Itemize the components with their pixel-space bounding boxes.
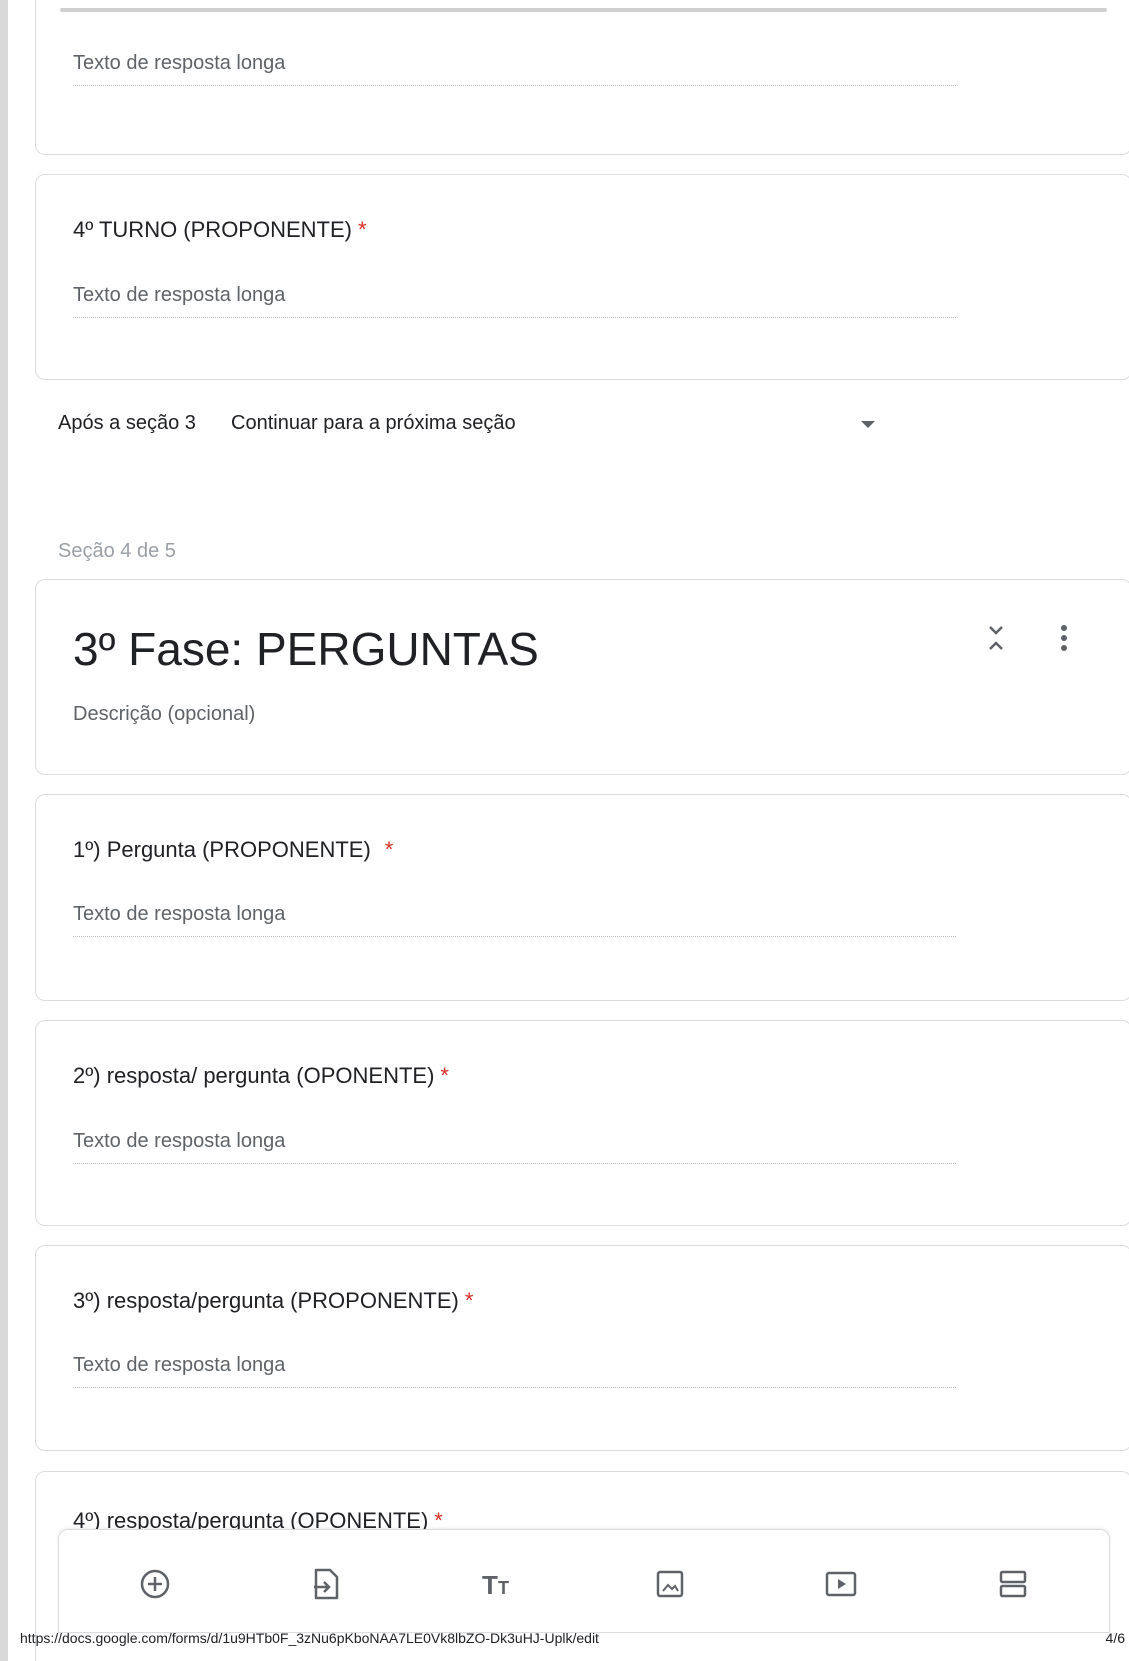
long-answer-placeholder: Texto de resposta longa xyxy=(73,284,956,318)
required-asterisk: * xyxy=(358,217,367,242)
section-description[interactable]: Descrição (opcional) xyxy=(73,703,255,726)
question-title: 2º) resposta/ pergunta (OPONENTE) * xyxy=(73,1063,449,1089)
question-title: 3º) resposta/pergunta (PROPONENTE) * xyxy=(73,1288,473,1314)
long-answer-placeholder: Texto de resposta longa xyxy=(73,1130,956,1164)
collapse-section-icon[interactable] xyxy=(978,620,1014,656)
section-header-card[interactable]: 3º Fase: PERGUNTAS Descrição (opcional) xyxy=(35,579,1129,775)
after-section-label: Após a seção 3 xyxy=(58,412,196,434)
bottom-toolbar: T T xyxy=(58,1529,1110,1633)
required-asterisk: * xyxy=(440,1063,449,1088)
dropdown-arrow-icon[interactable] xyxy=(861,421,875,428)
add-video-icon[interactable] xyxy=(823,1566,859,1602)
question-card[interactable]: 2º) resposta/ pergunta (OPONENTE) * Texto… xyxy=(35,1020,1129,1226)
card-top-edge xyxy=(60,8,1107,12)
question-card[interactable]: 1º) Pergunta (PROPONENTE) * Texto de resp… xyxy=(35,794,1129,1001)
long-answer-placeholder: Texto de resposta longa xyxy=(73,1354,956,1388)
after-section-dropdown[interactable]: Continuar para a próxima seção xyxy=(231,412,516,435)
page-number: 4/6 xyxy=(1105,1630,1125,1646)
question-title-text: 4º TURNO (PROPONENTE) xyxy=(73,217,352,242)
required-asterisk: * xyxy=(384,837,394,862)
section-counter: Seção 4 de 5 xyxy=(58,540,176,562)
import-questions-icon[interactable] xyxy=(308,1566,344,1602)
page-url: https://docs.google.com/forms/d/1u9HTb0F… xyxy=(20,1630,599,1646)
form-editor-page: Texto de resposta longa 4º TURNO (PROPON… xyxy=(8,0,1129,1661)
question-card[interactable]: Texto de resposta longa xyxy=(35,0,1129,155)
question-title-text: 2º) resposta/ pergunta (OPONENTE) xyxy=(73,1063,435,1088)
question-title: 4º TURNO (PROPONENTE) * xyxy=(73,217,367,243)
question-card[interactable]: 4º TURNO (PROPONENTE) * Texto de resposta… xyxy=(35,174,1129,380)
add-section-icon[interactable] xyxy=(995,1566,1031,1602)
question-title-text: 3º) resposta/pergunta (PROPONENTE) xyxy=(73,1288,459,1313)
question-title-text: 1º) Pergunta (PROPONENTE) xyxy=(73,837,371,862)
section-title[interactable]: 3º Fase: PERGUNTAS xyxy=(73,622,539,676)
svg-text:T: T xyxy=(482,1570,498,1598)
long-answer-placeholder: Texto de resposta longa xyxy=(73,903,956,937)
more-options-icon[interactable] xyxy=(1046,620,1082,656)
question-title: 1º) Pergunta (PROPONENTE) * xyxy=(73,837,393,863)
svg-text:T: T xyxy=(498,1578,509,1598)
long-answer-placeholder: Texto de resposta longa xyxy=(73,52,956,86)
question-card[interactable]: 3º) resposta/pergunta (PROPONENTE) * Text… xyxy=(35,1245,1129,1451)
required-asterisk: * xyxy=(464,1288,474,1313)
add-question-icon[interactable] xyxy=(137,1566,173,1602)
add-image-icon[interactable] xyxy=(652,1566,688,1602)
add-title-icon[interactable]: T T xyxy=(480,1566,516,1602)
